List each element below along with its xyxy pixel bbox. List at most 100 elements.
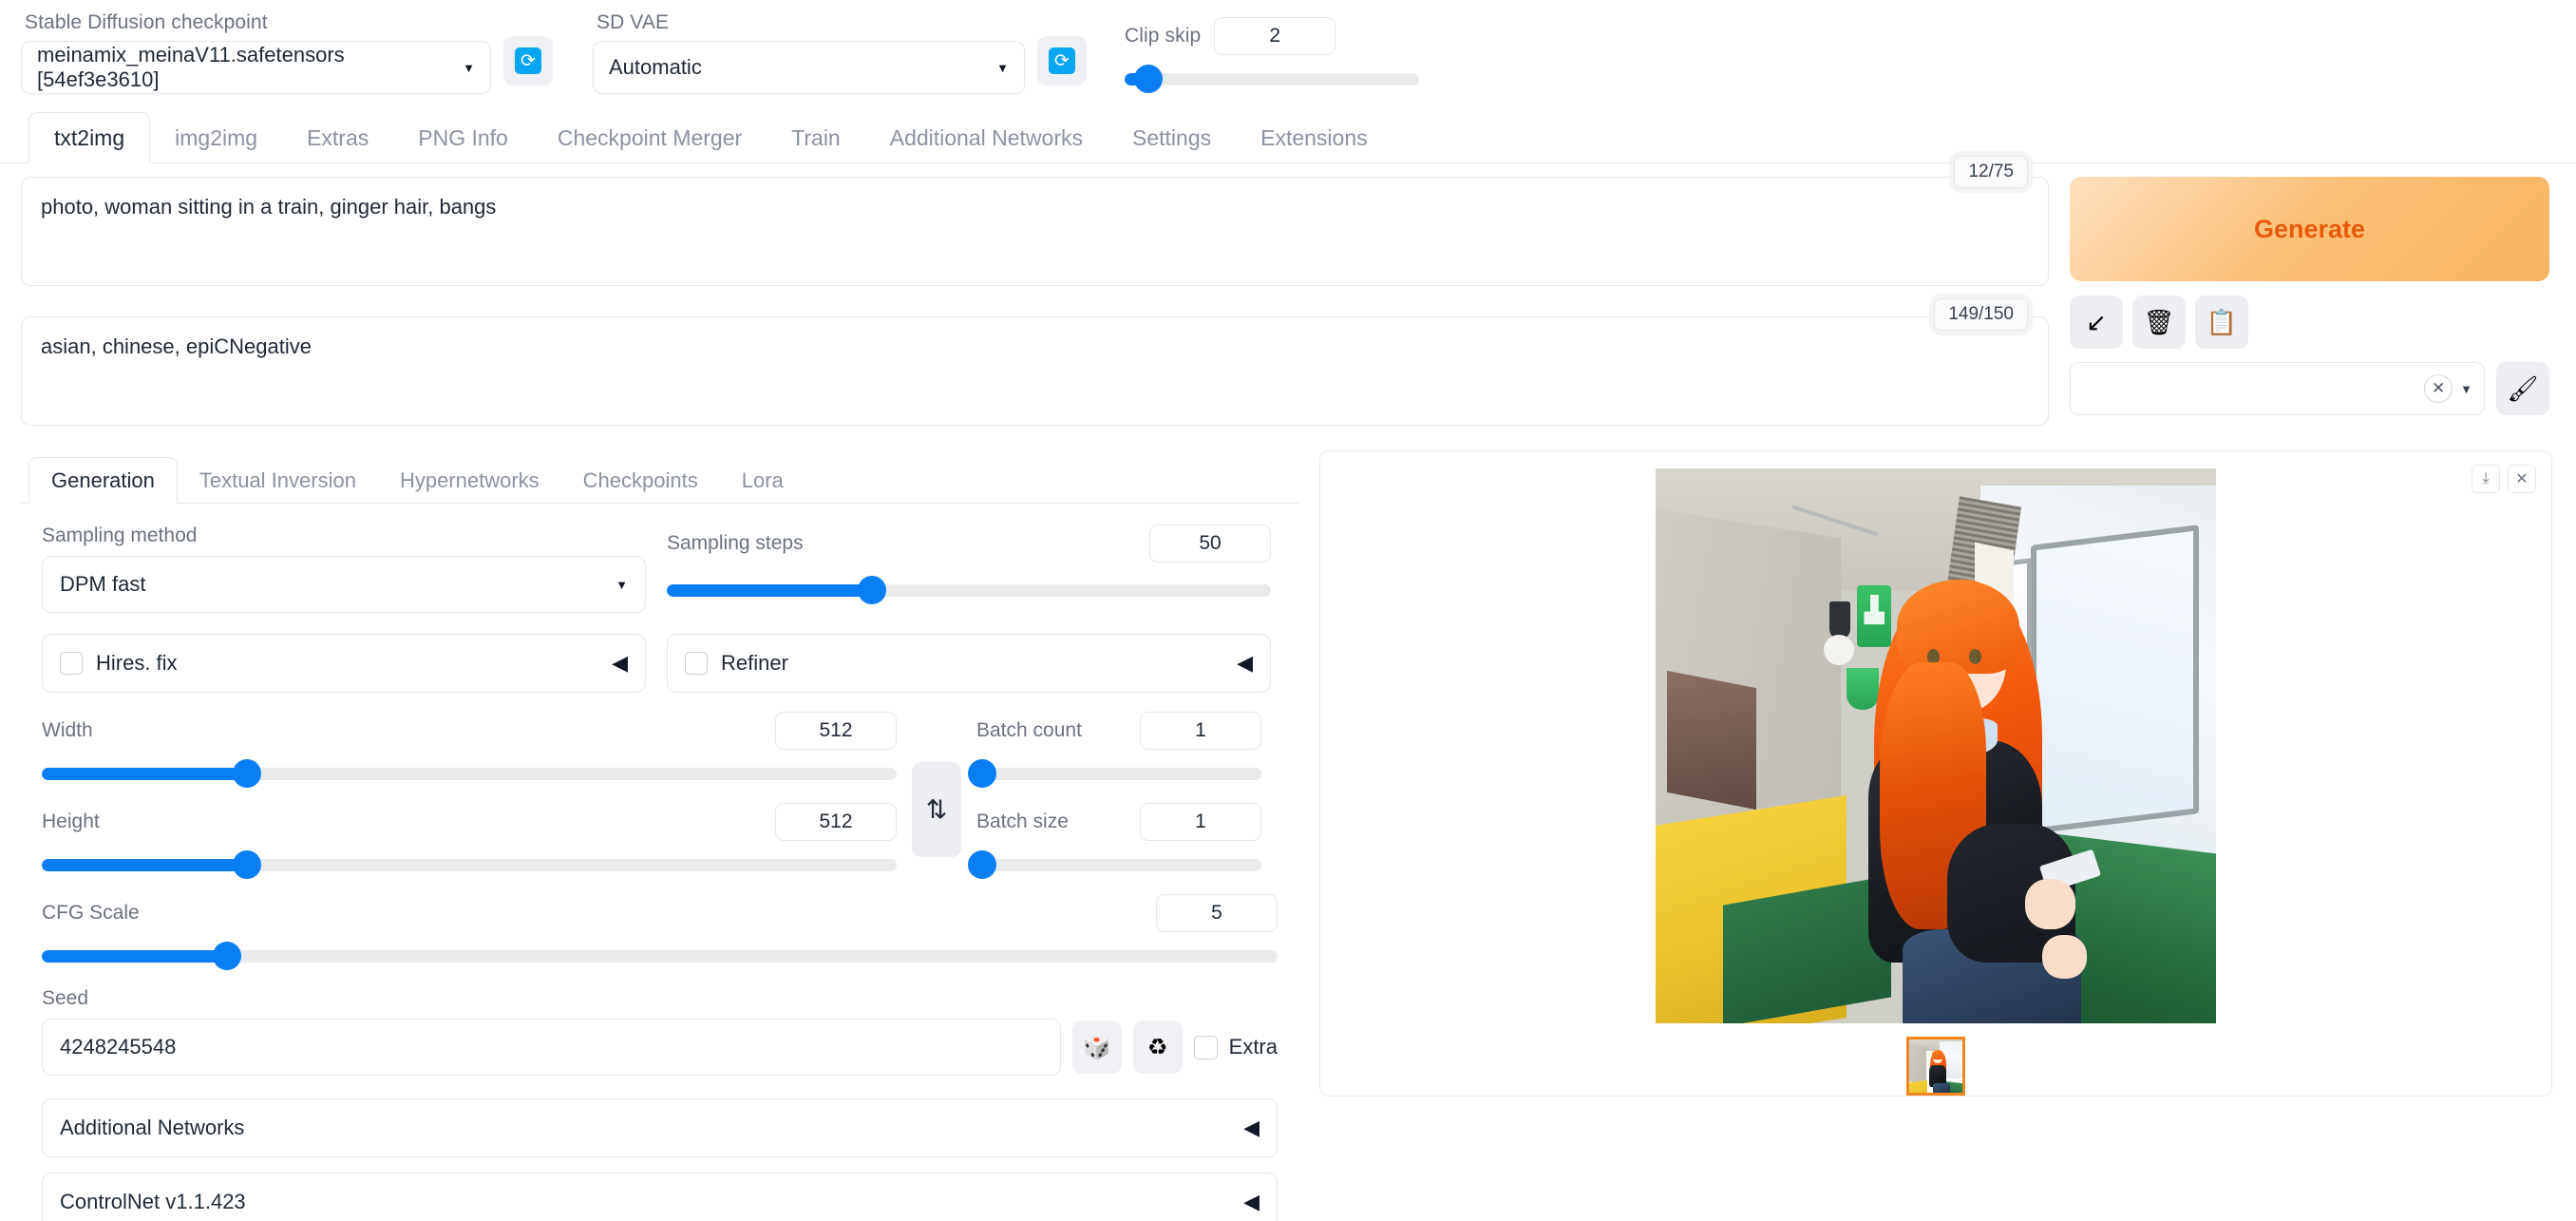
batch-count-slider[interactable]	[968, 759, 1261, 788]
tab-settings[interactable]: Settings	[1108, 113, 1236, 162]
batch-size-value[interactable]: 1	[1140, 803, 1261, 841]
vae-label: SD VAE	[597, 11, 670, 33]
negative-prompt-input[interactable]: asian, chinese, epiCNegative	[21, 316, 2049, 426]
vae-select[interactable]: Automatic ▼	[593, 41, 1025, 94]
vae-field: SD VAE Automatic ▼	[593, 11, 1025, 94]
refresh-icon: ⟳	[515, 48, 541, 74]
download-icon[interactable]: ⤓	[2472, 465, 2500, 493]
controlnet-label: ControlNet v1.1.423	[60, 1190, 246, 1213]
checkpoint-value: meinamix_meinaV11.safetensors [54ef3e361…	[37, 43, 345, 91]
top-toolbar: Stable Diffusion checkpoint meinamix_mei…	[0, 0, 2576, 105]
trash-icon[interactable]: 🗑	[2132, 296, 2186, 349]
batch-group: Batch count 1 Batch size 1	[968, 712, 1261, 879]
refiner-checkbox[interactable]	[685, 652, 708, 675]
batch-size-label: Batch size	[976, 811, 1069, 832]
clip-skip-value[interactable]: 2	[1214, 17, 1336, 55]
height-label: Height	[42, 811, 100, 832]
generation-tab-bar: Generation Textual Inversion Hypernetworks…	[21, 450, 1298, 504]
seed-field: Seed 4248245548 🎲 ♻ Extra	[42, 987, 1278, 1076]
settings-panel: Generation Textual Inversion Hypernetworks…	[21, 450, 1298, 1221]
gallery-thumbnail[interactable]	[1906, 1037, 1965, 1096]
extra-checkbox[interactable]	[1193, 1035, 1218, 1059]
vae-value: Automatic	[609, 55, 702, 79]
tab-checkpoint-merger[interactable]: Checkpoint Merger	[533, 113, 767, 162]
hires-fix-checkbox[interactable]	[60, 652, 83, 675]
subtab-generation[interactable]: Generation	[28, 457, 178, 504]
seed-input[interactable]: 4248245548	[42, 1019, 1061, 1076]
tab-txt2img[interactable]: txt2img	[28, 112, 151, 163]
extra-seed-toggle[interactable]: Extra	[1193, 1035, 1278, 1059]
refiner-accordion[interactable]: Refiner ◀	[667, 634, 1271, 693]
sampling-steps-label: Sampling steps	[667, 532, 804, 554]
subtab-lora[interactable]: Lora	[720, 458, 805, 503]
sampling-row: Sampling method DPM fast ▼ Sampling step…	[42, 525, 1278, 613]
additional-networks-accordion[interactable]: Additional Networks ◀	[42, 1098, 1278, 1157]
hires-fix-accordion[interactable]: Hires. fix ◀	[42, 634, 646, 693]
checkpoint-label: Stable Diffusion checkpoint	[25, 11, 268, 33]
refresh-vae-button[interactable]: ⟳	[1037, 36, 1087, 86]
subtab-hypernetworks[interactable]: Hypernetworks	[378, 458, 561, 503]
triangle-left-icon: ◀	[1243, 1190, 1260, 1213]
width-slider[interactable]	[42, 759, 897, 788]
sampling-method-field: Sampling method DPM fast ▼	[42, 525, 646, 613]
main-tab-bar: txt2img img2img Extras PNG Info Checkpoint M…	[0, 105, 2576, 163]
batch-count-value[interactable]: 1	[1140, 712, 1261, 750]
tab-train[interactable]: Train	[767, 113, 865, 162]
controlnet-accordion[interactable]: ControlNet v1.1.423 ◀	[42, 1173, 1278, 1221]
close-x-icon[interactable]: ✕	[2508, 465, 2536, 493]
chevron-down-icon: ▼	[463, 60, 475, 75]
prompt-section: 12/75 photo, woman sitting in a train, g…	[0, 156, 2576, 426]
dimensions-group: Width 512 Height 512	[42, 712, 897, 879]
close-x-icon[interactable]: ✕	[2424, 374, 2453, 403]
generate-button[interactable]: Generate	[2070, 177, 2549, 281]
chevron-down-icon: ▼	[996, 60, 1009, 75]
tab-additional-networks[interactable]: Additional Networks	[865, 113, 1108, 162]
arrow-down-left-icon[interactable]: ↙	[2070, 296, 2123, 349]
subtab-textual-inversion[interactable]: Textual Inversion	[178, 458, 378, 503]
tab-img2img[interactable]: img2img	[150, 113, 282, 162]
tab-extensions[interactable]: Extensions	[1236, 113, 1392, 162]
main-body: Generation Textual Inversion Hypernetworks…	[0, 426, 2576, 1221]
generated-image[interactable]	[1656, 468, 2216, 1023]
negative-token-counter: 149/150	[1934, 298, 2028, 331]
refresh-checkpoints-button[interactable]: ⟳	[503, 36, 553, 86]
sampling-steps-field: Sampling steps 50	[667, 525, 1271, 613]
chevron-down-icon: ▼	[2460, 381, 2472, 396]
checkpoint-field: Stable Diffusion checkpoint meinamix_mei…	[21, 11, 491, 94]
triangle-left-icon: ◀	[1243, 1116, 1260, 1139]
generation-controls: Sampling method DPM fast ▼ Sampling step…	[21, 504, 1298, 1221]
extra-label: Extra	[1228, 1035, 1278, 1059]
cfg-scale-field: CFG Scale 5	[42, 894, 1278, 970]
hires-refiner-row: Hires. fix ◀ Refiner ◀	[42, 634, 1278, 693]
cfg-scale-slider[interactable]	[42, 942, 1278, 970]
sampling-method-label: Sampling method	[42, 525, 198, 546]
positive-prompt-input[interactable]: photo, woman sitting in a train, ginger …	[21, 177, 2049, 286]
refresh-icon: ⟳	[1049, 48, 1075, 74]
batch-count-label: Batch count	[976, 719, 1082, 741]
paintbrush-icon[interactable]: 🖌	[2496, 362, 2549, 415]
height-slider[interactable]	[42, 850, 897, 879]
clip-skip-label: Clip skip	[1125, 25, 1202, 47]
cfg-scale-value[interactable]: 5	[1156, 894, 1278, 932]
sampling-steps-slider[interactable]	[667, 576, 1271, 604]
tab-png-info[interactable]: PNG Info	[393, 113, 533, 162]
hires-fix-label: Hires. fix	[96, 651, 178, 675]
batch-size-slider[interactable]	[968, 850, 1261, 879]
styles-select[interactable]: ✕ ▼	[2070, 362, 2485, 415]
recycle-icon[interactable]: ♻	[1132, 1021, 1183, 1074]
clipboard-icon[interactable]: 📋	[2195, 296, 2248, 349]
subtab-checkpoints[interactable]: Checkpoints	[561, 458, 720, 503]
sampling-steps-value[interactable]: 50	[1149, 525, 1271, 563]
sampling-method-select[interactable]: DPM fast ▼	[42, 556, 646, 613]
cfg-scale-label: CFG Scale	[42, 902, 140, 924]
gallery-strip	[1906, 1037, 1965, 1096]
width-value[interactable]: 512	[775, 712, 897, 750]
seed-label: Seed	[42, 987, 89, 1009]
clip-skip-slider[interactable]	[1125, 65, 1419, 93]
height-value[interactable]: 512	[775, 803, 897, 841]
swap-dimensions-icon[interactable]: ⇅	[912, 762, 961, 857]
dice-icon[interactable]: 🎲	[1071, 1021, 1122, 1074]
checkpoint-select[interactable]: meinamix_meinaV11.safetensors [54ef3e361…	[21, 41, 491, 94]
tab-extras[interactable]: Extras	[282, 113, 393, 162]
refiner-label: Refiner	[721, 651, 788, 675]
